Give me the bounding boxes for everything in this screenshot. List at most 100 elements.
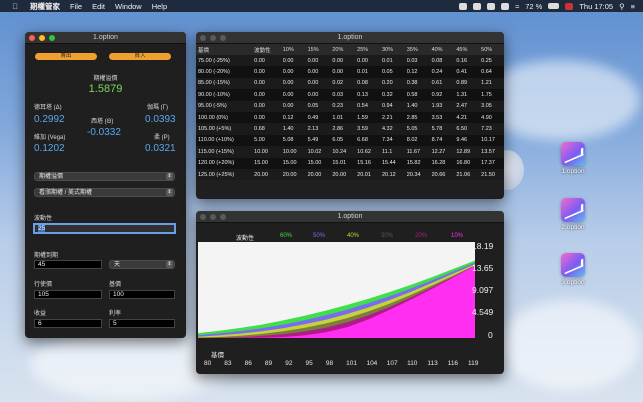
table-cell: 7.23 [479,123,504,135]
spot-input[interactable]: 100 [109,290,175,299]
desktop-file-1[interactable]: 1.option [553,142,593,175]
table-cell: 5.00 [252,134,281,147]
y-tick-3: 4.549 [472,307,494,317]
table-cell: 0.00 [330,55,356,67]
minimize-button[interactable] [210,34,216,41]
close-button[interactable] [200,34,206,41]
zoom-button[interactable] [220,34,226,41]
close-button[interactable] [29,34,35,41]
table-row: 105.00 (+5%) 0.68 1.40 2.13 2.86 3.59 4.32 5.05… [196,123,504,135]
flag-icon[interactable] [565,2,574,10]
notification-center-icon[interactable]: ≡ [631,2,635,11]
table-cell: 17.37 [479,157,504,169]
table-cell: 0.00 [252,55,281,67]
buy-button[interactable]: 買入 [109,53,171,60]
table-cell: 10.62 [355,146,380,158]
sell-button[interactable]: 賣出 [35,53,97,60]
airplay-icon[interactable] [501,2,510,10]
desktop-file-3[interactable]: 3.option [553,253,593,286]
menu-window[interactable]: Window [115,2,142,11]
menu-help[interactable]: Help [152,2,167,11]
table-cell: 21.06 [454,168,480,181]
table-cell: 120.00 (+20%) [196,157,253,169]
option-file-icon [561,253,585,277]
table-row: 75.00 (-25%) 0.00 0.00 0.00 0.00 0.00 0.01 0.03… [196,55,504,67]
apple-icon[interactable]:  [10,2,20,11]
table-cell: 0.23 [330,100,356,112]
x-tick: 116 [447,360,459,367]
cloud-icon[interactable] [473,2,482,10]
x-tick: 113 [427,360,438,367]
wifi-icon[interactable]: ≈ [515,2,519,11]
x-tick: 119 [468,360,479,367]
table-cell: 75.00 (-25%) [196,55,253,67]
file-name: 1.option [561,168,585,175]
shield-icon[interactable] [487,2,496,10]
table-row: 90.00 (-10%) 0.00 0.00 0.00 0.03 0.13 0.32 0.58… [196,89,504,101]
x-tick: 107 [386,360,398,367]
volatility-label: 波動性 [34,216,53,222]
table-cell: 15.01 [330,157,356,169]
cloud [480,60,640,140]
table-cell: 0.01 [355,66,380,78]
table-cell: 0.00 [252,77,281,90]
table-cell: 12.27 [429,146,455,158]
clock[interactable]: Thu 17:05 [579,2,613,11]
zoom-button[interactable] [49,34,55,41]
table-cell: 15.16 [355,157,380,169]
table-cell: 7.34 [379,134,405,147]
menu-edit[interactable]: Edit [92,2,105,11]
x-tick: 83 [224,360,232,367]
search-icon[interactable]: ⚲ [619,2,625,11]
table-cell: 0.13 [355,89,380,101]
volatility-input[interactable]: 25 [33,223,176,234]
strike-input[interactable]: 105 [34,290,102,299]
option-type-label: 看漲期權 / 美式期權 [39,190,93,196]
table-row: 120.00 (+20%) 15.00 15.00 15.00 15.01 15.16 15… [196,157,504,169]
x-tick: 92 [285,360,293,367]
y-tick-0: 18.19 [472,241,494,251]
table-cell: 0.00 [355,55,380,67]
table-cell: 21.50 [479,168,504,181]
option-type-select[interactable]: 看漲期權 / 美式期權 ⇕ [34,188,175,197]
table-cell: 15.00 [252,157,281,169]
delta-label: 德耳塔 (Δ) [34,105,62,111]
yield-input[interactable]: 6 [34,319,102,328]
column-header: 30% [379,44,405,55]
menu-file[interactable]: File [70,2,82,11]
chevron-updown-icon: ⇕ [166,173,173,180]
table-row: 115.00 (+15%) 10.00 10.00 10.02 10.24 10.62 11… [196,146,504,158]
cloud [500,300,640,390]
table-cell: 0.12 [404,66,430,78]
chevron-updown-icon: ⇕ [166,189,173,196]
table-cell: 90.00 (-10%) [196,89,253,101]
battery-icon[interactable] [548,3,560,9]
table-cell: 6.05 [330,134,356,147]
x-tick: 86 [244,360,252,367]
x-tick: 110 [407,360,418,367]
table-cell: 0.08 [355,77,380,90]
table-cell: 4.21 [454,111,480,124]
output-select[interactable]: 期權溢價 ⇕ [34,172,175,181]
x-tick: 95 [305,360,313,367]
menu-app-name[interactable]: 期權管家 [30,1,60,12]
table-cell: 110.00 (+10%) [196,134,253,147]
expiry-unit-select[interactable]: 天 ⇕ [109,260,175,269]
rate-input[interactable]: 5 [109,319,175,328]
strike-label: 行使價 [34,282,53,288]
table-cell: 1.21 [479,77,504,90]
table-cell: 1.31 [454,89,480,101]
table-cell: 5.78 [429,123,455,135]
desktop-file-2[interactable]: 2.option [553,198,593,231]
table-cell: 0.12 [280,111,306,124]
minimize-button[interactable] [39,34,45,41]
table-cell: 0.38 [404,77,430,90]
dropbox-icon[interactable] [459,2,468,10]
x-tick: 101 [346,360,357,367]
file-name: 2.option [561,224,585,231]
battery-percent[interactable]: 72 % [525,2,542,11]
table-cell: 0.58 [404,89,430,101]
table-cell: 10.17 [479,134,504,147]
table-cell: 0.00 [252,111,281,124]
expiry-input[interactable]: 45 [34,260,102,269]
